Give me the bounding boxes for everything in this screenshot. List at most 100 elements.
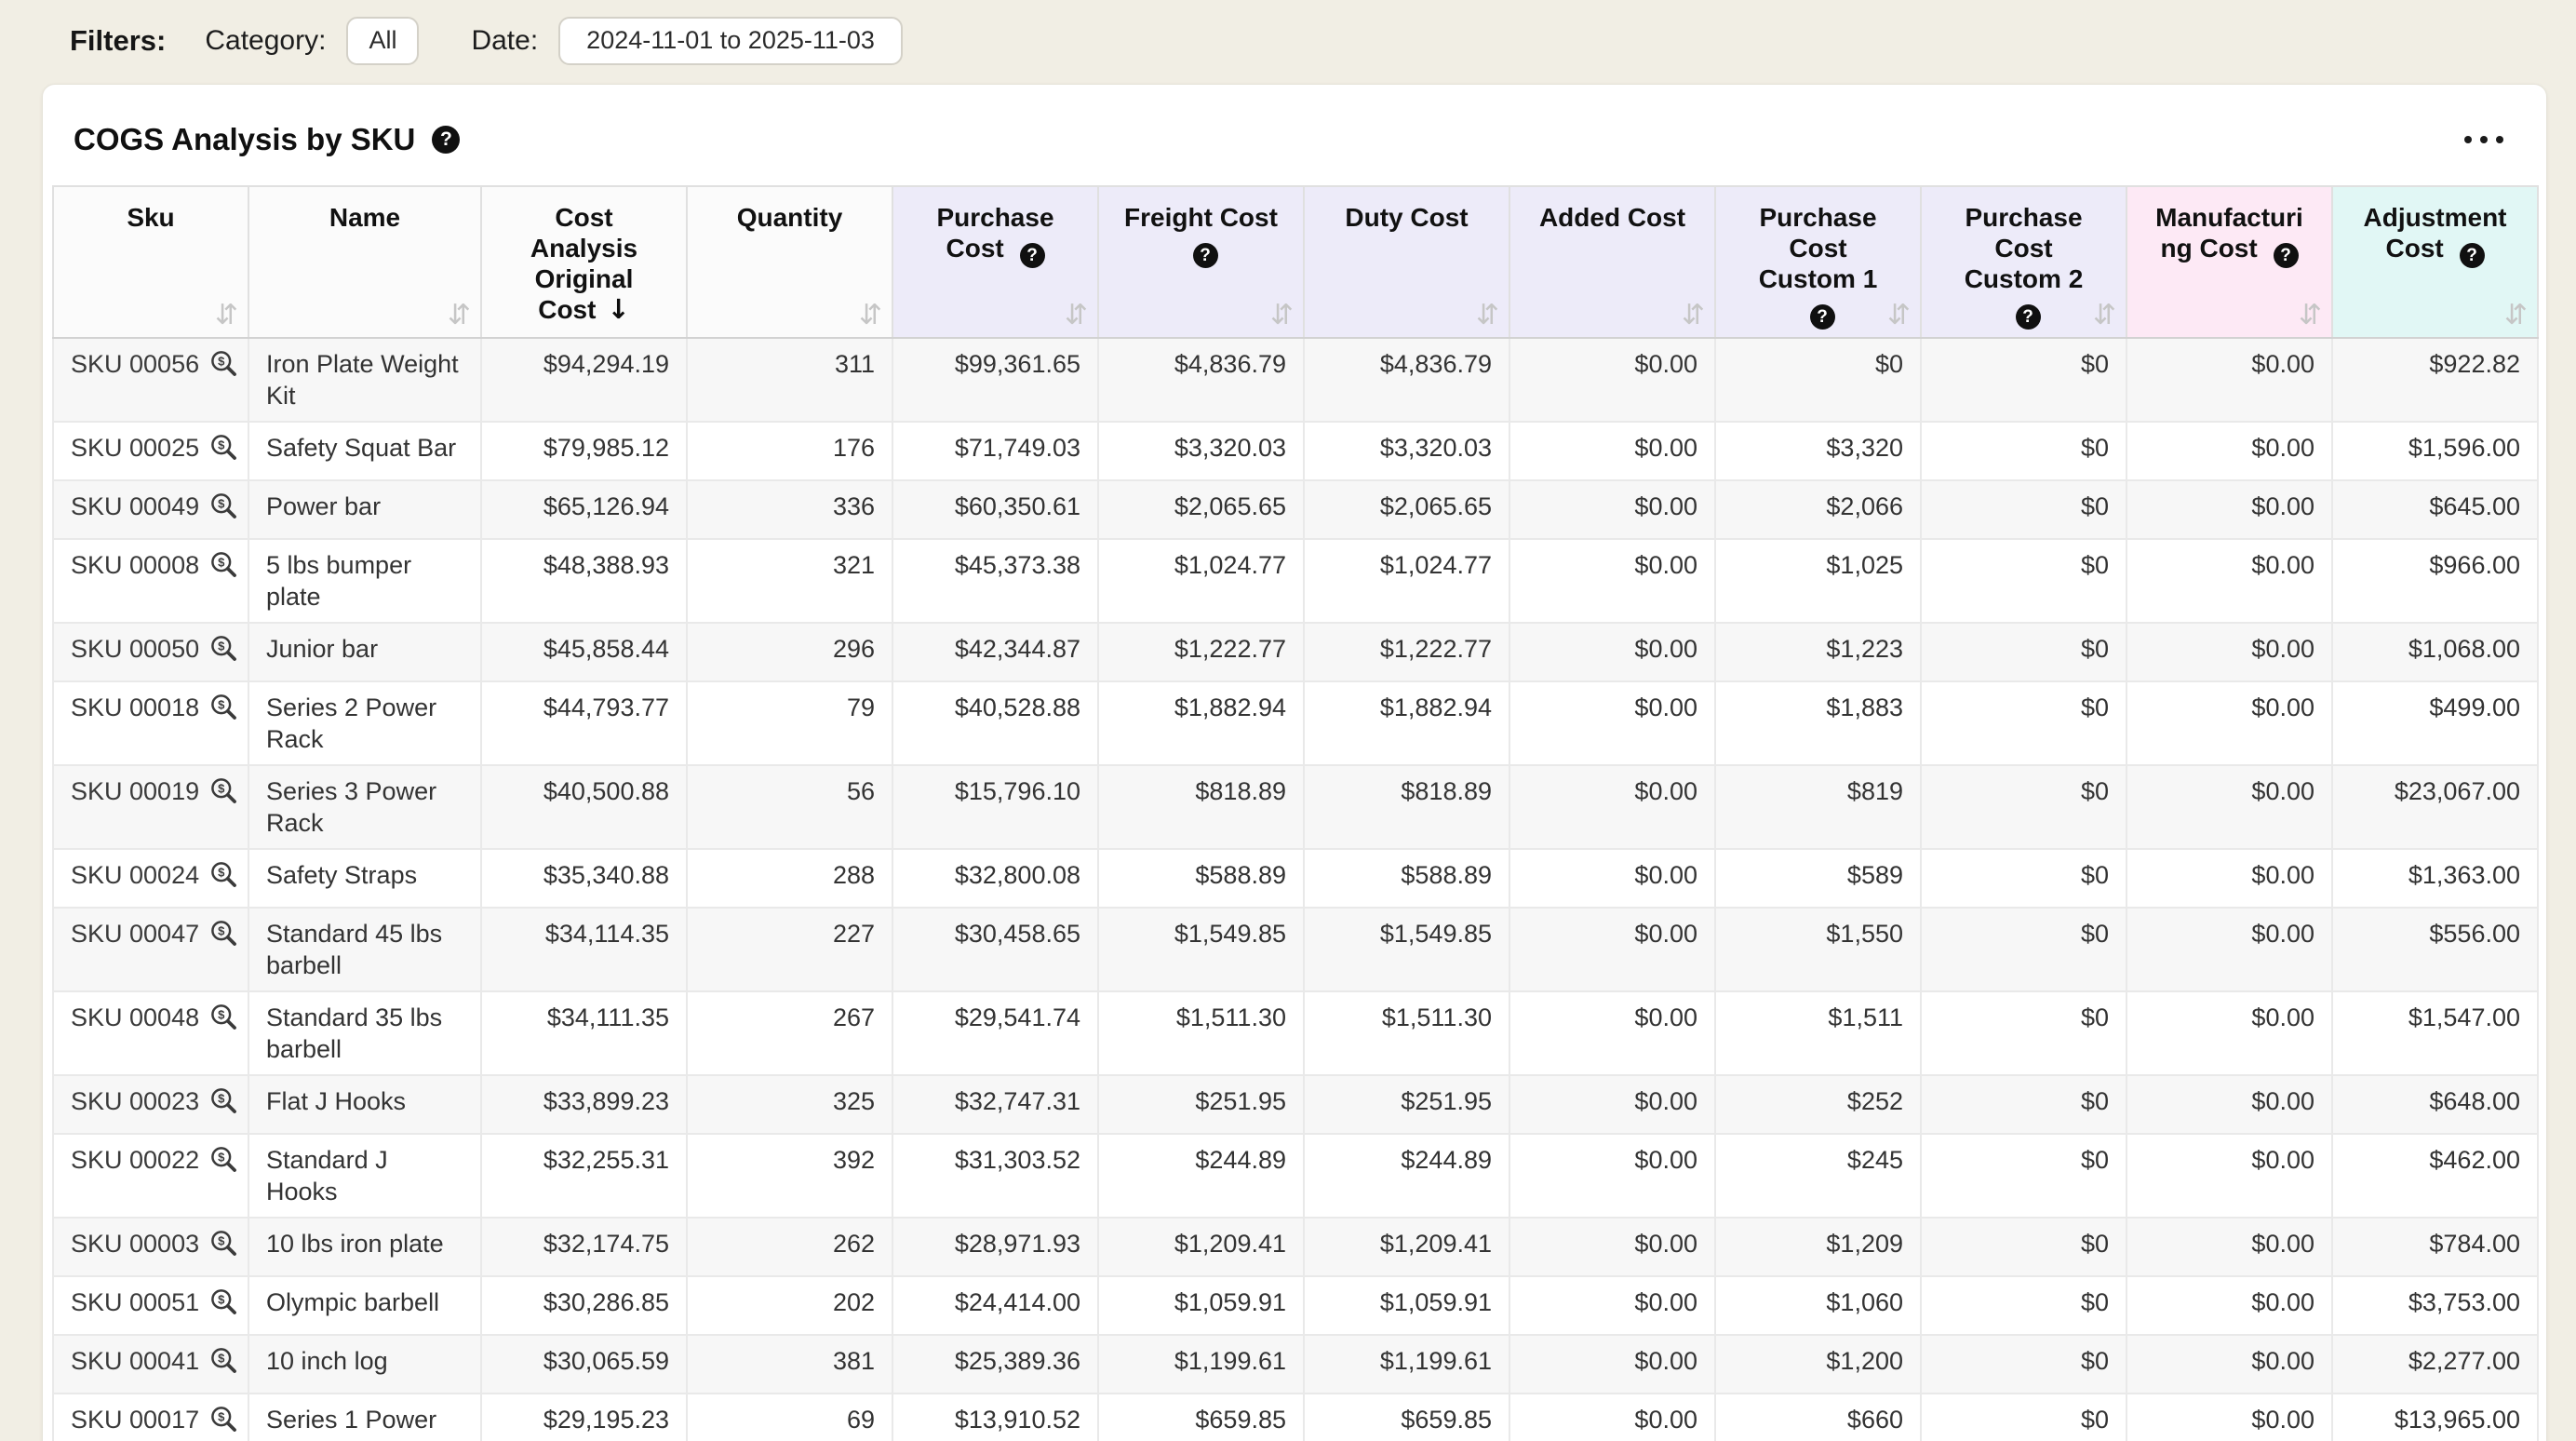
sku-cell: SKU 00008 $ (53, 539, 248, 623)
purchase_cost_custom_2-cell: $0 (1921, 849, 2127, 908)
column-header-purchase_cost[interactable]: PurchaseCost ?⇵ (892, 186, 1098, 338)
sku-value: SKU 00050 (71, 635, 199, 663)
sku-value: SKU 00003 (71, 1230, 199, 1258)
category-filter-button[interactable]: All (346, 17, 419, 65)
sort-toggle-icon-duty_cost[interactable]: ⇵ (1476, 302, 1499, 330)
sku-cell: SKU 00051 $ (53, 1276, 248, 1335)
column-header-sku[interactable]: Sku⇵ (53, 186, 248, 338)
purchase_cost_custom_1-cell: $1,060 (1715, 1276, 1921, 1335)
sku-lookup-icon[interactable]: $ (208, 1286, 239, 1325)
name-cell: Standard J Hooks (248, 1134, 481, 1218)
sku-lookup-icon[interactable]: $ (208, 348, 239, 386)
help-icon-purchase_cost_custom_1[interactable]: ? (1810, 304, 1835, 330)
card-title: COGS Analysis by SKU (74, 122, 415, 157)
sku-lookup-icon[interactable]: $ (208, 859, 239, 897)
sku-lookup-icon[interactable]: $ (208, 1404, 239, 1441)
column-header-quantity[interactable]: Quantity⇵ (687, 186, 892, 338)
sku-value: SKU 00051 (71, 1288, 199, 1316)
sku-lookup-icon[interactable]: $ (208, 918, 239, 956)
more-options-button[interactable] (2461, 127, 2507, 153)
column-header-duty_cost[interactable]: Duty Cost⇵ (1304, 186, 1509, 338)
column-header-adjustment_cost[interactable]: AdjustmentCost ?⇵ (2332, 186, 2538, 338)
sku-lookup-icon[interactable]: $ (208, 1002, 239, 1040)
duty_cost-cell: $1,882.94 (1304, 681, 1509, 765)
column-header-cost_analysis_original_cost[interactable]: CostAnalysisOriginalCost↓ (481, 186, 687, 338)
help-icon-purchase_cost[interactable]: ? (1020, 243, 1045, 268)
table-header-row: Sku⇵Name⇵CostAnalysisOriginalCost↓Quanti… (53, 186, 2538, 338)
purchase_cost-cell: $45,373.38 (892, 539, 1098, 623)
quantity-cell: 296 (687, 623, 892, 681)
sku-lookup-icon[interactable]: $ (208, 633, 239, 671)
sku-value: SKU 00049 (71, 492, 199, 520)
help-icon-freight_cost[interactable]: ? (1193, 243, 1218, 268)
help-icon-manufacturing_cost[interactable]: ? (2274, 243, 2299, 268)
added_cost-cell: $0.00 (1509, 1276, 1715, 1335)
svg-text:$: $ (218, 865, 225, 879)
svg-text:$: $ (218, 438, 225, 451)
sku-lookup-icon[interactable]: $ (208, 775, 239, 814)
quantity-cell: 325 (687, 1075, 892, 1134)
sort-toggle-icon-name[interactable]: ⇵ (448, 302, 471, 330)
column-header-purchase_cost_custom_1[interactable]: PurchaseCostCustom 1?⇵ (1715, 186, 1921, 338)
freight_cost-cell: $659.85 (1098, 1394, 1304, 1441)
sku-lookup-icon[interactable]: $ (208, 1085, 239, 1124)
manufacturing_cost-cell: $0.00 (2127, 480, 2332, 539)
manufacturing_cost-cell: $0.00 (2127, 539, 2332, 623)
purchase_cost_custom_1-cell: $245 (1715, 1134, 1921, 1218)
sku-lookup-icon[interactable]: $ (208, 1144, 239, 1182)
column-header-name[interactable]: Name⇵ (248, 186, 481, 338)
page: Filters: Category: All Date: 2024-11-01 … (0, 0, 2576, 1441)
table-row: SKU 00025$Safety Squat Bar$79,985.12176$… (53, 422, 2538, 480)
date-range-button[interactable]: 2024-11-01 to 2025-11-03 (558, 17, 903, 65)
cost_analysis_original_cost-cell: $32,174.75 (481, 1218, 687, 1276)
filters-label: Filters: (70, 24, 166, 58)
card-title-help-icon[interactable]: ? (432, 126, 460, 154)
sku-lookup-icon[interactable]: $ (208, 1345, 239, 1383)
help-icon-adjustment_cost[interactable]: ? (2460, 243, 2485, 268)
sort-toggle-icon-sku[interactable]: ⇵ (215, 302, 238, 330)
sku-lookup-icon[interactable]: $ (208, 491, 239, 529)
table-row: SKU 00050$Junior bar$45,858.44296$42,344… (53, 623, 2538, 681)
added_cost-cell: $0.00 (1509, 991, 1715, 1075)
added_cost-cell: $0.00 (1509, 681, 1715, 765)
sort-toggle-icon-manufacturing_cost[interactable]: ⇵ (2299, 302, 2322, 330)
sort-toggle-icon-purchase_cost_custom_1[interactable]: ⇵ (1887, 302, 1911, 330)
sku-value: SKU 00025 (71, 434, 199, 462)
sku-lookup-icon[interactable]: $ (208, 692, 239, 730)
added_cost-cell: $0.00 (1509, 480, 1715, 539)
freight_cost-cell: $4,836.79 (1098, 338, 1304, 422)
sku-value: SKU 00008 (71, 551, 199, 579)
name-cell: Series 2 Power Rack (248, 681, 481, 765)
table-row: SKU 00047$Standard 45 lbs barbell$34,114… (53, 908, 2538, 991)
sku-value: SKU 00041 (71, 1347, 199, 1375)
purchase_cost_custom_1-cell: $1,550 (1715, 908, 1921, 991)
sku-cell: SKU 00023$ (53, 1075, 248, 1134)
sort-toggle-icon-quantity[interactable]: ⇵ (859, 302, 882, 330)
column-header-purchase_cost_custom_2[interactable]: PurchaseCostCustom 2?⇵ (1921, 186, 2127, 338)
adjustment_cost-cell: $1,547.00 (2332, 991, 2538, 1075)
table-row: SKU 00017$Series 1 Power Rack$29,195.236… (53, 1394, 2538, 1441)
sku-value: SKU 00047 (71, 920, 199, 948)
adjustment_cost-cell: $1,363.00 (2332, 849, 2538, 908)
name-cell: Iron Plate Weight Kit (248, 338, 481, 422)
sort-toggle-icon-adjustment_cost[interactable]: ⇵ (2504, 302, 2528, 330)
column-header-freight_cost[interactable]: Freight Cost?⇵ (1098, 186, 1304, 338)
column-header-added_cost[interactable]: Added Cost⇵ (1509, 186, 1715, 338)
column-header-manufacturing_cost[interactable]: Manufacturing Cost ?⇵ (2127, 186, 2332, 338)
cost_analysis_original_cost-cell: $79,985.12 (481, 422, 687, 480)
sort-toggle-icon-purchase_cost[interactable]: ⇵ (1065, 302, 1088, 330)
sort-toggle-icon-purchase_cost_custom_2[interactable]: ⇵ (2093, 302, 2116, 330)
help-icon-purchase_cost_custom_2[interactable]: ? (2016, 304, 2041, 330)
svg-text:$: $ (218, 1007, 225, 1021)
sku-lookup-icon[interactable]: $ (208, 549, 239, 587)
sku-lookup-icon[interactable]: $ (208, 1228, 239, 1266)
cost_analysis_original_cost-cell: $33,899.23 (481, 1075, 687, 1134)
purchase_cost_custom_1-cell: $819 (1715, 765, 1921, 849)
manufacturing_cost-cell: $0.00 (2127, 1394, 2332, 1441)
purchase_cost-cell: $24,414.00 (892, 1276, 1098, 1335)
sku-lookup-icon[interactable]: $ (208, 432, 239, 470)
sort-toggle-icon-added_cost[interactable]: ⇵ (1682, 302, 1705, 330)
sort-toggle-icon-freight_cost[interactable]: ⇵ (1270, 302, 1294, 330)
duty_cost-cell: $1,549.85 (1304, 908, 1509, 991)
added_cost-cell: $0.00 (1509, 1218, 1715, 1276)
